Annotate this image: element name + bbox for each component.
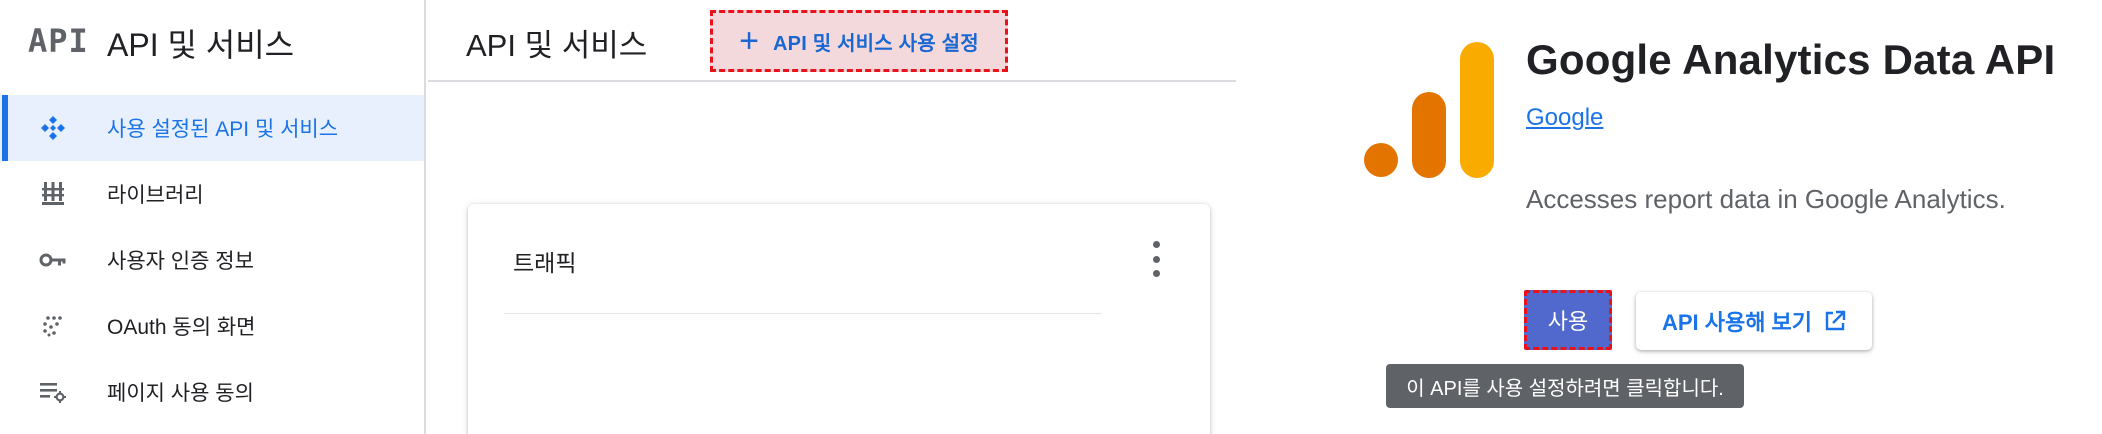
sidebar-item-oauth-consent[interactable]: OAuth 동의 화면 (0, 293, 424, 359)
page-header: API 및 서비스 + API 및 서비스 사용 설정 (428, 0, 1236, 82)
plus-icon: + (739, 22, 760, 60)
more-vert-icon[interactable] (1148, 241, 1164, 277)
enable-button-label: 사용 (1547, 309, 1589, 334)
tooltip-text: 이 API를 사용 설정하려면 클릭합니다. (1406, 377, 1724, 400)
enable-tooltip: 이 API를 사용 설정하려면 클릭합니다. (1386, 364, 1744, 408)
sidebar-item-label: 라이브러리 (107, 184, 204, 207)
sidebar: API API 및 서비스 사용 설정된 API 및 서비스 라이브러리 사용자… (0, 0, 426, 434)
sidebar-item-label: 페이지 사용 동의 (107, 382, 254, 405)
try-this-api-button[interactable]: API 사용해 보기 (1636, 292, 1872, 350)
divider (504, 313, 1102, 314)
oauth-dots-icon (38, 312, 68, 340)
library-icon (38, 180, 68, 208)
page-title: API 및 서비스 (466, 28, 648, 63)
enabled-apis-icon (38, 114, 68, 142)
api-console-panel: API API 및 서비스 사용 설정된 API 및 서비스 라이브러리 사용자… (0, 0, 1236, 434)
open-in-new-icon (1825, 310, 1846, 331)
api-logo: API (28, 22, 89, 60)
sidebar-item-library[interactable]: 라이브러리 (0, 161, 424, 227)
sidebar-item-label: 사용 설정된 API 및 서비스 (107, 118, 339, 141)
sidebar-header: API API 및 서비스 (0, 0, 424, 82)
settings-list-icon (38, 378, 68, 406)
api-description: Accesses report data in Google Analytics… (1526, 184, 2006, 214)
google-analytics-logo (1364, 42, 1494, 178)
sidebar-item-page-usage-agreement[interactable]: 페이지 사용 동의 (0, 359, 424, 425)
enable-apis-and-services-button[interactable]: + API 및 서비스 사용 설정 (710, 10, 1008, 72)
main-content: API 및 서비스 + API 및 서비스 사용 설정 트래픽 (428, 0, 1236, 434)
sidebar-item-label: 사용자 인증 정보 (107, 250, 254, 273)
key-icon (38, 246, 68, 274)
sidebar-item-credentials[interactable]: 사용자 인증 정보 (0, 227, 424, 293)
api-detail-panel: Google Analytics Data API Google Accesse… (1236, 0, 2102, 434)
sidebar-item-enabled-apis[interactable]: 사용 설정된 API 및 서비스 (0, 95, 424, 161)
provider-link[interactable]: Google (1526, 104, 1603, 132)
sidebar-nav: 사용 설정된 API 및 서비스 라이브러리 사용자 인증 정보 OAuth 동… (0, 95, 424, 425)
enable-button[interactable]: 사용 (1524, 290, 1612, 350)
enable-apis-button-label: API 및 서비스 사용 설정 (773, 32, 979, 55)
traffic-card-title: 트래픽 (513, 250, 577, 276)
traffic-card: 트래픽 (468, 204, 1210, 434)
sidebar-item-label: OAuth 동의 화면 (107, 316, 256, 339)
sidebar-title: API 및 서비스 (107, 27, 295, 63)
try-this-api-label: API 사용해 보기 (1661, 310, 1813, 335)
api-title: Google Analytics Data API (1526, 36, 2056, 83)
